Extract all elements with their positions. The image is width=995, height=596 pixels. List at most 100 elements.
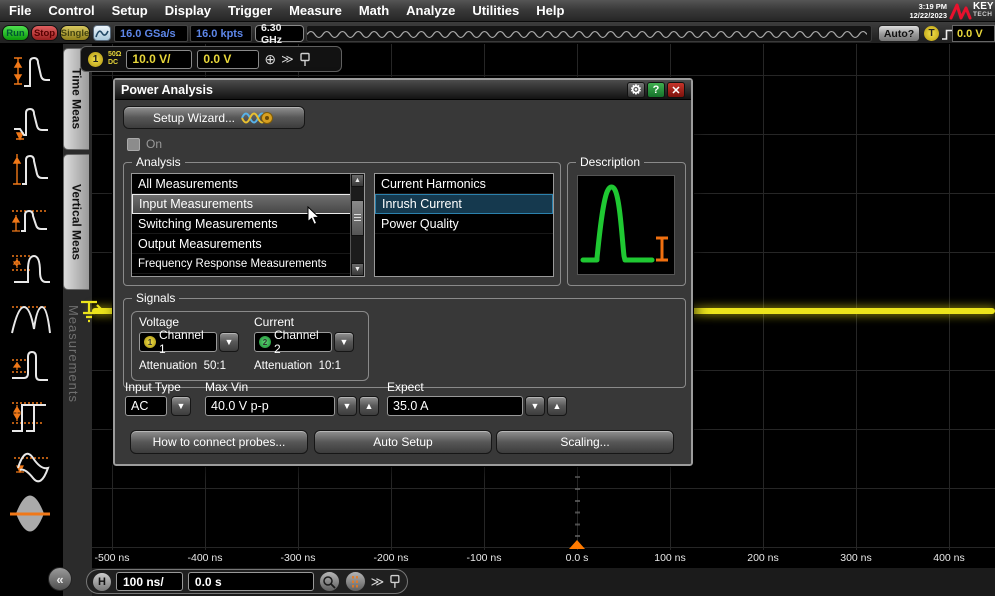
voltage-label: Voltage xyxy=(139,315,179,329)
expect-increment-icon[interactable]: ▲ xyxy=(547,396,567,416)
meas-min-icon[interactable] xyxy=(8,246,52,290)
axis-tick-label: -500 ns xyxy=(94,552,129,564)
analysis-legend: Analysis xyxy=(132,155,185,169)
zoom-mode-icon[interactable] xyxy=(319,571,340,592)
voltage-dropdown-icon[interactable]: ▼ xyxy=(219,332,239,352)
sample-rate-field[interactable]: 16.0 GSa/s xyxy=(114,25,188,42)
axis-tick-label: 0.0 s xyxy=(566,552,589,564)
axis-tick-label: -300 ns xyxy=(280,552,315,564)
horizontal-badge[interactable]: H xyxy=(93,573,111,591)
menu-setup[interactable]: Setup xyxy=(112,3,148,18)
meas-amplitude-icon[interactable] xyxy=(8,148,52,192)
list-item[interactable]: Switching Measurements xyxy=(132,214,364,234)
current-label: Current xyxy=(254,315,294,329)
horizontal-preview-bar[interactable] xyxy=(306,25,872,42)
scrollbar-thumb[interactable] xyxy=(351,200,364,236)
input-type-dropdown-icon[interactable]: ▼ xyxy=(171,396,191,416)
scrollbar: ▲ ▼ xyxy=(350,174,364,276)
timebase-position-field[interactable]: 0.0 s xyxy=(188,572,314,591)
meas-overshoot-icon[interactable] xyxy=(8,344,52,388)
dialog-close-icon[interactable]: ✕ xyxy=(667,82,685,98)
list-item[interactable]: Output Measurements xyxy=(132,234,364,254)
meas-base-icon[interactable] xyxy=(8,99,52,143)
max-vin-decrement-icon[interactable]: ▼ xyxy=(337,396,357,416)
axis-tick-label: -200 ns xyxy=(373,552,408,564)
stop-button[interactable]: Stop xyxy=(31,25,58,41)
run-button[interactable]: Run xyxy=(2,25,29,41)
menu-control[interactable]: Control xyxy=(48,3,94,18)
touch-zone-icon[interactable] xyxy=(93,25,111,41)
add-channel-icon[interactable]: ⊕ xyxy=(264,52,276,66)
channel1-impedance: 50Ω xyxy=(108,51,121,59)
dialog-title-bar[interactable]: Power Analysis xyxy=(115,80,691,100)
axis-tick-label: -100 ns xyxy=(466,552,501,564)
single-button[interactable]: Single xyxy=(60,25,90,41)
dialog-settings-icon[interactable]: ⚙ xyxy=(627,82,645,98)
menu-display[interactable]: Display xyxy=(165,3,211,18)
trigger-auto-button[interactable]: Auto? xyxy=(878,25,920,42)
channel1-ground-marker[interactable] xyxy=(78,299,102,325)
scroll-up-icon[interactable]: ▲ xyxy=(351,174,364,187)
brand-logo: KEY TECH xyxy=(973,2,995,19)
list-item[interactable]: Current Harmonics xyxy=(375,174,553,194)
sidebar-collapse-icon[interactable]: « xyxy=(48,567,72,591)
description-group: Description xyxy=(567,162,686,286)
trigger-source-badge[interactable]: T xyxy=(924,26,939,41)
list-item-selected[interactable]: Inrush Current xyxy=(375,194,553,214)
menu-trigger[interactable]: Trigger xyxy=(228,3,272,18)
measurements-panel-title: Measurements xyxy=(66,305,81,475)
pin-icon[interactable] xyxy=(299,52,311,67)
max-vin-increment-icon[interactable]: ▲ xyxy=(359,396,379,416)
expect-value[interactable]: 35.0 A xyxy=(387,396,523,416)
scroll-down-icon[interactable]: ▼ xyxy=(351,263,364,276)
meas-peak-peak-icon[interactable] xyxy=(8,295,52,339)
tab-vertical-meas[interactable]: Vertical Meas xyxy=(63,154,89,290)
input-type-label: Input Type xyxy=(125,380,181,394)
channel1-badge[interactable]: 1 xyxy=(88,52,103,67)
dialog-help-icon[interactable]: ? xyxy=(647,82,665,98)
auto-setup-button[interactable]: Auto Setup xyxy=(314,430,492,454)
channel1-bar: 1 50Ω DC 10.0 V/ 0.0 V ⊕ ≫ xyxy=(80,46,342,72)
list-item-selected[interactable]: Input Measurements xyxy=(132,194,364,214)
search-markers-icon[interactable] xyxy=(345,571,366,592)
pin-icon[interactable] xyxy=(389,574,401,589)
horizontal-more-icon[interactable]: ≫ xyxy=(371,575,385,588)
meas-max-icon[interactable] xyxy=(8,197,52,241)
trigger-time-marker[interactable] xyxy=(569,540,585,549)
meas-ac-rms-icon[interactable] xyxy=(8,442,52,486)
brand-line2: TECH xyxy=(973,12,995,19)
acquisition-toolbar: Run Stop Single 16.0 GSa/s 16.0 kpts 6.3… xyxy=(0,22,995,44)
channel1-offset-field[interactable]: 0.0 V xyxy=(197,50,259,69)
scaling-button[interactable]: Scaling... xyxy=(496,430,674,454)
menu-analyze[interactable]: Analyze xyxy=(406,3,455,18)
clock: 3:19 PM 12/22/2023 xyxy=(909,2,947,21)
memory-depth-field[interactable]: 16.0 kpts xyxy=(190,25,252,42)
menu-utilities[interactable]: Utilities xyxy=(472,3,519,18)
channel1-coupling-chip[interactable]: 50Ω DC xyxy=(108,51,121,67)
channel1-scale-field[interactable]: 10.0 V/ xyxy=(126,50,192,69)
meas-top-icon[interactable] xyxy=(8,50,52,94)
menu-measure[interactable]: Measure xyxy=(289,3,342,18)
current-dropdown-icon[interactable]: ▼ xyxy=(334,332,354,352)
input-type-value[interactable]: AC xyxy=(125,396,167,416)
description-graphic xyxy=(577,175,675,275)
voltage-channel-field[interactable]: 1 Channel 1 xyxy=(139,332,217,352)
setup-wizard-button[interactable]: Setup Wizard... xyxy=(123,106,305,129)
list-item[interactable]: All Measurements xyxy=(132,174,364,194)
menu-math[interactable]: Math xyxy=(359,3,389,18)
trigger-level-field[interactable]: 0.0 V xyxy=(952,25,995,42)
timebase-scale-field[interactable]: 100 ns/ xyxy=(116,572,183,591)
list-item[interactable]: Power Quality xyxy=(375,214,553,234)
max-vin-value[interactable]: 40.0 V p-p xyxy=(205,396,335,416)
meas-preshoot-icon[interactable] xyxy=(8,393,52,437)
on-checkbox[interactable] xyxy=(127,138,140,151)
meas-dc-rms-icon[interactable] xyxy=(8,491,52,537)
expect-decrement-icon[interactable]: ▼ xyxy=(525,396,545,416)
how-to-connect-probes-button[interactable]: How to connect probes... xyxy=(130,430,308,454)
channel-more-icon[interactable]: ≫ xyxy=(281,53,294,65)
list-item[interactable]: Frequency Response Measurements xyxy=(132,254,364,274)
menu-help[interactable]: Help xyxy=(536,3,564,18)
current-channel-field[interactable]: 2 Channel 2 xyxy=(254,332,332,352)
bandwidth-field[interactable]: 6.30 GHz xyxy=(255,25,304,42)
menu-file[interactable]: File xyxy=(9,3,31,18)
